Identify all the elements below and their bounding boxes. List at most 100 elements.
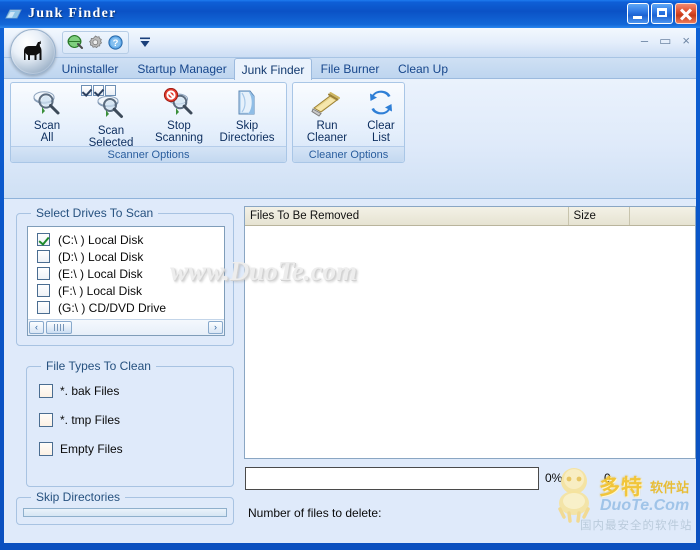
application-window: Junk Finder ? – ▭ × Uninstaller Startup …: [0, 0, 700, 550]
drives-groupbox: Select Drives To Scan (C:\ ) Local Disk …: [16, 206, 234, 346]
tab-junk-finder[interactable]: Junk Finder: [234, 58, 312, 80]
client-area: ? – ▭ × Uninstaller Startup Manager Junk…: [4, 28, 696, 543]
filetype-row[interactable]: *. bak Files: [39, 383, 123, 399]
scroll-left-arrow-icon[interactable]: ‹: [29, 321, 44, 334]
window-title: Junk Finder: [28, 6, 117, 21]
drive-checkbox[interactable]: [37, 233, 50, 246]
mdi-child-controls: – ▭ ×: [641, 34, 690, 47]
filetype-row[interactable]: Empty Files: [39, 441, 123, 457]
mdi-minimize-button[interactable]: –: [641, 34, 648, 47]
scan-all-button[interactable]: Scan All: [15, 85, 79, 147]
tab-label: File Burner: [320, 62, 380, 76]
drives-groupbox-title: Select Drives To Scan: [31, 206, 159, 220]
listview-body[interactable]: [245, 226, 695, 458]
filetype-label: *. tmp Files: [60, 413, 121, 427]
badge-checkbox-2: [93, 85, 104, 96]
duote-logo-subtitle: 国内最安全的软件站: [580, 518, 693, 532]
badge-checkbox-3: [105, 85, 116, 96]
tab-clean-up[interactable]: Clean Up: [388, 59, 458, 79]
column-header-files[interactable]: Files To Be Removed: [245, 207, 569, 225]
app-logo-orb[interactable]: [10, 29, 56, 75]
tab-label: Clean Up: [397, 62, 449, 76]
drive-checkbox[interactable]: [37, 301, 50, 314]
drive-label: (G:\ ) CD/DVD Drive: [58, 300, 166, 315]
globe-icon[interactable]: [67, 34, 84, 51]
skipdirs-groupbox-title: Skip Directories: [31, 490, 126, 504]
list-item[interactable]: (D:\ ) Local Disk: [28, 248, 224, 265]
drives-horizontal-scrollbar[interactable]: ‹ ›: [28, 319, 224, 335]
skip-directories-icon: [230, 88, 264, 118]
duote-logo-cn2: 软件站: [650, 481, 690, 496]
drives-listbox[interactable]: (C:\ ) Local Disk (D:\ ) Local Disk (E:\…: [27, 226, 225, 336]
svg-text:?: ?: [113, 38, 119, 49]
drive-checkbox[interactable]: [37, 250, 50, 263]
filetype-row[interactable]: *. tmp Files: [39, 412, 123, 428]
gear-icon[interactable]: [87, 34, 104, 51]
drive-label: (F:\ ) Local Disk: [58, 283, 143, 298]
minimize-button[interactable]: [627, 3, 649, 24]
tab-label: Junk Finder: [241, 62, 305, 77]
close-button[interactable]: [675, 3, 697, 24]
badge-checkbox-1: [81, 85, 92, 96]
scroll-right-arrow-icon[interactable]: ›: [208, 321, 223, 334]
tab-label: Uninstaller: [61, 62, 119, 76]
skip-directories-button[interactable]: Skip Directories: [215, 85, 279, 147]
filetype-label: Empty Files: [60, 442, 123, 456]
scan-selected-icon: [94, 95, 128, 123]
progress-count-label: 0: [604, 471, 611, 485]
list-item[interactable]: (E:\ ) Local Disk: [28, 265, 224, 282]
filetype-checkbox[interactable]: [39, 413, 53, 427]
column-header-size[interactable]: Size: [569, 207, 631, 225]
progress-bar: [245, 467, 539, 490]
filetype-label: *. bak Files: [60, 384, 120, 398]
duote-logo-en: DuoTe.Com: [600, 497, 690, 514]
tab-label: Startup Manager: [137, 62, 227, 76]
title-bar: Junk Finder: [0, 0, 700, 28]
list-item[interactable]: (F:\ ) Local Disk: [28, 282, 224, 299]
filetype-checkbox[interactable]: [39, 442, 53, 456]
scan-selected-button[interactable]: Scan Selected: [79, 85, 143, 149]
listview-header: Files To Be Removed Size: [245, 207, 695, 226]
scan-all-icon: [30, 88, 64, 118]
skipdirs-groupbox: Skip Directories: [16, 490, 234, 525]
clear-list-label: Clear List: [367, 120, 395, 144]
scan-all-label: Scan All: [33, 120, 61, 144]
clear-list-button[interactable]: Clear List: [349, 85, 413, 147]
tab-startup-manager[interactable]: Startup Manager: [130, 59, 234, 79]
stop-scanning-button[interactable]: Stop Scanning: [147, 85, 211, 147]
ribbon-group-cleaner-options: Run Cleaner Clear List Cleaner Options: [292, 82, 405, 163]
tab-file-burner[interactable]: File Burner: [312, 59, 388, 79]
drive-checkbox[interactable]: [37, 267, 50, 280]
chevron-down-icon[interactable]: [138, 35, 152, 49]
column-header-extra[interactable]: [630, 207, 695, 225]
list-item[interactable]: (G:\ ) CD/DVD Drive: [28, 299, 224, 316]
drive-label: (E:\ ) Local Disk: [58, 266, 143, 281]
stop-scanning-label: Stop Scanning: [155, 120, 203, 144]
filetypes-groupbox-title: File Types To Clean: [41, 359, 156, 373]
stop-scanning-icon: [162, 87, 196, 118]
quick-access-toolbar: ?: [62, 31, 129, 54]
run-cleaner-icon: [310, 88, 344, 118]
run-cleaner-label: Run Cleaner: [306, 120, 348, 144]
list-item[interactable]: (C:\ ) Local Disk: [28, 231, 224, 248]
filetype-checkbox[interactable]: [39, 384, 53, 398]
scrollbar-thumb[interactable]: [46, 321, 72, 334]
duote-watermark-logo: 多特 软件站 DuoTe.Com 国内最安全的软件站: [544, 455, 694, 541]
ribbon-group-label: Cleaner Options: [293, 146, 404, 162]
skip-directories-label: Skip Directories: [219, 120, 275, 144]
maximize-button[interactable]: [651, 3, 673, 24]
mdi-restore-button[interactable]: ▭: [659, 34, 671, 47]
tab-uninstaller[interactable]: Uninstaller: [50, 59, 130, 79]
ribbon-group-label: Scanner Options: [11, 146, 286, 162]
ribbon: Scan All Scan Selected Stop Scanning Ski…: [4, 79, 696, 199]
help-icon[interactable]: ?: [107, 34, 124, 51]
files-to-delete-label: Number of files to delete:: [248, 506, 382, 520]
skipdirs-listbox[interactable]: [23, 508, 227, 517]
mdi-close-button[interactable]: ×: [682, 34, 690, 47]
tab-bar: Uninstaller Startup Manager Junk Finder …: [4, 58, 696, 80]
drive-checkbox[interactable]: [37, 284, 50, 297]
app-window-icon: [5, 7, 22, 22]
files-listview[interactable]: Files To Be Removed Size: [244, 206, 696, 459]
window-controls: [627, 3, 697, 24]
drive-label: (C:\ ) Local Disk: [58, 232, 144, 247]
